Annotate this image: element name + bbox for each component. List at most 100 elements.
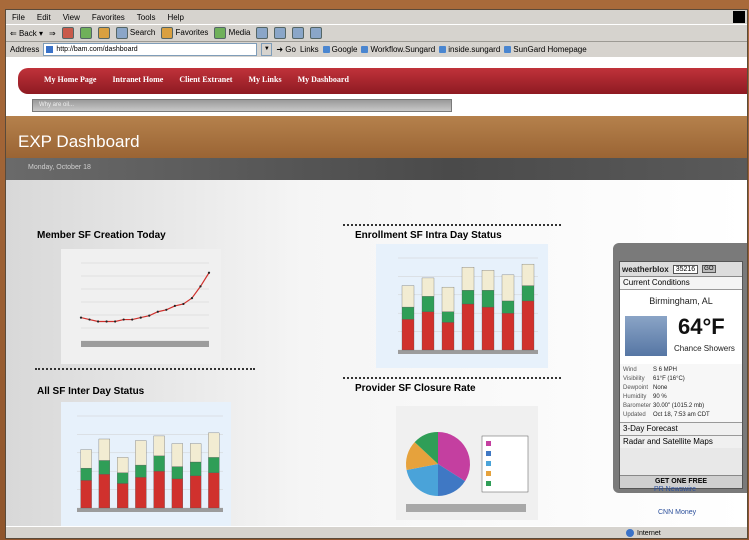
address-dropdown-icon[interactable]: ▼ xyxy=(261,43,273,56)
forecast-link[interactable]: 3-Day Forecast xyxy=(620,422,742,435)
data-point xyxy=(165,308,168,311)
search-label: Search xyxy=(129,28,156,38)
nav-client-extranet[interactable]: Client Extranet xyxy=(179,75,232,84)
menu-edit[interactable]: Edit xyxy=(37,13,51,22)
globe-icon xyxy=(626,529,634,537)
bar-segment xyxy=(501,313,515,351)
bar-segment xyxy=(171,466,184,480)
nav-my-links[interactable]: My Links xyxy=(248,75,281,84)
data-point xyxy=(156,310,159,313)
rain-cloud-icon xyxy=(625,316,667,356)
bar-segment xyxy=(189,443,202,463)
weather-details: Wind S 6 MPH Visibility 61°F (16°C) Dewpoi… xyxy=(620,364,742,422)
nav-my-dashboard[interactable]: My Dashboard xyxy=(298,75,349,84)
detail-value: 30.00" (1015.2 mb) xyxy=(653,403,705,409)
nav-my-home-page[interactable]: My Home Page xyxy=(44,75,96,84)
bar-segment xyxy=(521,285,535,302)
page-date: Monday, October 18 xyxy=(28,164,91,171)
weather-go-button[interactable]: GO xyxy=(702,265,716,273)
link-inside[interactable]: inside.sungard xyxy=(439,45,500,54)
divider-dots xyxy=(35,368,255,370)
data-point xyxy=(131,318,134,321)
x-axis-band xyxy=(81,341,209,347)
base-band xyxy=(406,504,526,512)
site-nav: My Home Page Intranet Home Client Extran… xyxy=(18,68,747,94)
bar-segment xyxy=(80,467,92,481)
link-google-label: Google xyxy=(331,45,358,54)
mail-icon[interactable] xyxy=(274,27,287,39)
link-icon xyxy=(504,46,512,53)
go-button[interactable]: ➜ Go xyxy=(276,45,296,54)
back-button[interactable]: ⇐ Back ▾ xyxy=(10,29,43,38)
detail-key: Barometer xyxy=(623,403,652,409)
bar-segment xyxy=(208,472,220,509)
enrollment-bar-chart xyxy=(398,257,538,354)
divider-dots xyxy=(343,224,561,226)
media-button[interactable]: Media xyxy=(214,27,250,39)
menu-tools[interactable]: Tools xyxy=(137,13,156,22)
media-label: Media xyxy=(228,28,251,38)
bar-segment xyxy=(461,290,475,305)
weather-header: weatherblox 35216 GO xyxy=(620,262,742,277)
data-point xyxy=(207,271,211,274)
nav-intranet-home[interactable]: Intranet Home xyxy=(112,75,163,84)
link-sungard-label: SunGard Homepage xyxy=(513,45,587,54)
menu-help[interactable]: Help xyxy=(167,13,183,22)
status-zone: Internet xyxy=(626,528,661,538)
bar-segment xyxy=(401,306,415,320)
bar-segment xyxy=(401,319,415,351)
page-title: EXP Dashboard xyxy=(18,132,140,151)
print-icon[interactable] xyxy=(292,27,305,39)
data-point xyxy=(79,316,83,319)
date-bar: Monday, October 18 xyxy=(6,158,747,180)
bar-segment xyxy=(521,263,535,286)
media-icon xyxy=(214,27,227,39)
refresh-icon[interactable] xyxy=(79,27,92,39)
favorites-icon xyxy=(161,27,174,39)
legend-swatch xyxy=(486,451,491,456)
bar-segment xyxy=(171,478,184,509)
zip-input[interactable]: 35216 xyxy=(672,264,699,274)
radar-link[interactable]: Radar and Satellite Maps xyxy=(620,435,742,448)
history-icon[interactable] xyxy=(256,27,269,39)
bar-segment xyxy=(441,286,455,312)
cnn-money-link[interactable]: CNN Money xyxy=(658,509,696,516)
detail-key: Dewpoint xyxy=(623,385,649,391)
search-button[interactable]: Search xyxy=(115,27,156,39)
pr-newswire-link[interactable]: PR Newswire xyxy=(654,486,696,493)
toolbar: ⇐ Back ▾ ⇒ Search Favorites Media xyxy=(6,24,747,42)
menu-favorites[interactable]: Favorites xyxy=(92,13,125,22)
forward-icon[interactable]: ⇒ xyxy=(49,29,56,38)
search-icon xyxy=(115,27,128,39)
address-bar: Address http://bam.com/dashboard ▼ ➜ Go … xyxy=(6,42,747,58)
link-workflow[interactable]: Workflow.Sungard xyxy=(361,45,435,54)
weather-panel: weatherblox 35216 GO Current Conditions … xyxy=(619,261,743,489)
edit-icon[interactable] xyxy=(310,27,323,39)
link-icon xyxy=(439,46,447,53)
bar-segment xyxy=(401,285,415,308)
home-icon[interactable] xyxy=(97,27,110,39)
address-input[interactable]: http://bam.com/dashboard xyxy=(43,43,258,56)
weather-widget: weatherblox 35216 GO Current Conditions … xyxy=(613,243,747,493)
data-point xyxy=(199,285,202,288)
favorites-button[interactable]: Favorites xyxy=(161,27,208,39)
link-google[interactable]: Google xyxy=(322,45,358,54)
legend-swatch xyxy=(486,471,491,476)
bar-segment xyxy=(481,306,495,351)
stop-icon[interactable] xyxy=(61,27,74,39)
weather-detail-row: Barometer 30.00" (1015.2 mb) xyxy=(623,402,739,411)
detail-value: 90 % xyxy=(653,394,667,400)
link-icon xyxy=(361,46,369,53)
site-search-input[interactable]: Why are oil... xyxy=(32,99,452,112)
bar-segment xyxy=(135,477,147,509)
member-line-chart xyxy=(79,262,211,347)
menu-view[interactable]: View xyxy=(63,13,80,22)
menu-file[interactable]: File xyxy=(12,13,25,22)
data-point xyxy=(96,320,100,323)
status-bar: Internet xyxy=(6,526,747,538)
data-point xyxy=(122,318,125,321)
back-label: Back xyxy=(18,28,37,38)
link-icon xyxy=(322,46,330,53)
link-sungard-home[interactable]: SunGard Homepage xyxy=(504,45,587,54)
bar-segment xyxy=(80,480,92,509)
